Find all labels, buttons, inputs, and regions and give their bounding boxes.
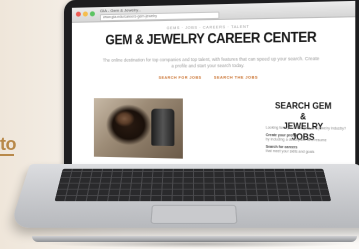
trackpad — [150, 204, 238, 224]
keyboard — [54, 168, 332, 202]
search-the-jobs-link[interactable]: SEARCH THE JOBS — [214, 75, 258, 79]
cta-row: SEARCH FOR JOBS SEARCH THE JOBS — [72, 75, 355, 80]
laptop-screen: GIA - Gem & Jewelry... www.gia.edu/caree… — [71, 0, 356, 172]
laptop: GIA - Gem & Jewelry... www.gia.edu/caree… — [9, 0, 359, 249]
search-title-line1: SEARCH GEM & — [274, 99, 332, 122]
page-title: GEM & JEWELRY CAREER CENTER — [105, 28, 317, 48]
browser-toolbar: GIA - Gem & Jewelry... www.gia.edu/caree… — [71, 0, 356, 23]
laptop-shadow — [42, 240, 352, 248]
microscope-image — [151, 108, 175, 147]
create-profile-text: by including a description and resume — [265, 137, 327, 143]
partial-link-text[interactable]: to — [0, 134, 17, 155]
laptop-base — [9, 164, 359, 228]
address-bar[interactable]: www.gia.edu/careers-gem-jewelry — [99, 11, 220, 22]
hero-intro-text: The online destination for top companies… — [102, 55, 320, 69]
partial-link-underline — [0, 154, 14, 156]
minimize-window-icon[interactable] — [82, 11, 88, 17]
search-careers-text: that meet your skills and goals — [265, 148, 315, 155]
laptop-lid: GIA - Gem & Jewelry... www.gia.edu/caree… — [64, 0, 359, 179]
search-jobs-link[interactable]: SEARCH FOR JOBS — [159, 76, 202, 80]
close-window-icon[interactable] — [75, 11, 81, 17]
zoom-window-icon[interactable] — [89, 11, 95, 17]
jeweler-photo — [93, 98, 183, 159]
